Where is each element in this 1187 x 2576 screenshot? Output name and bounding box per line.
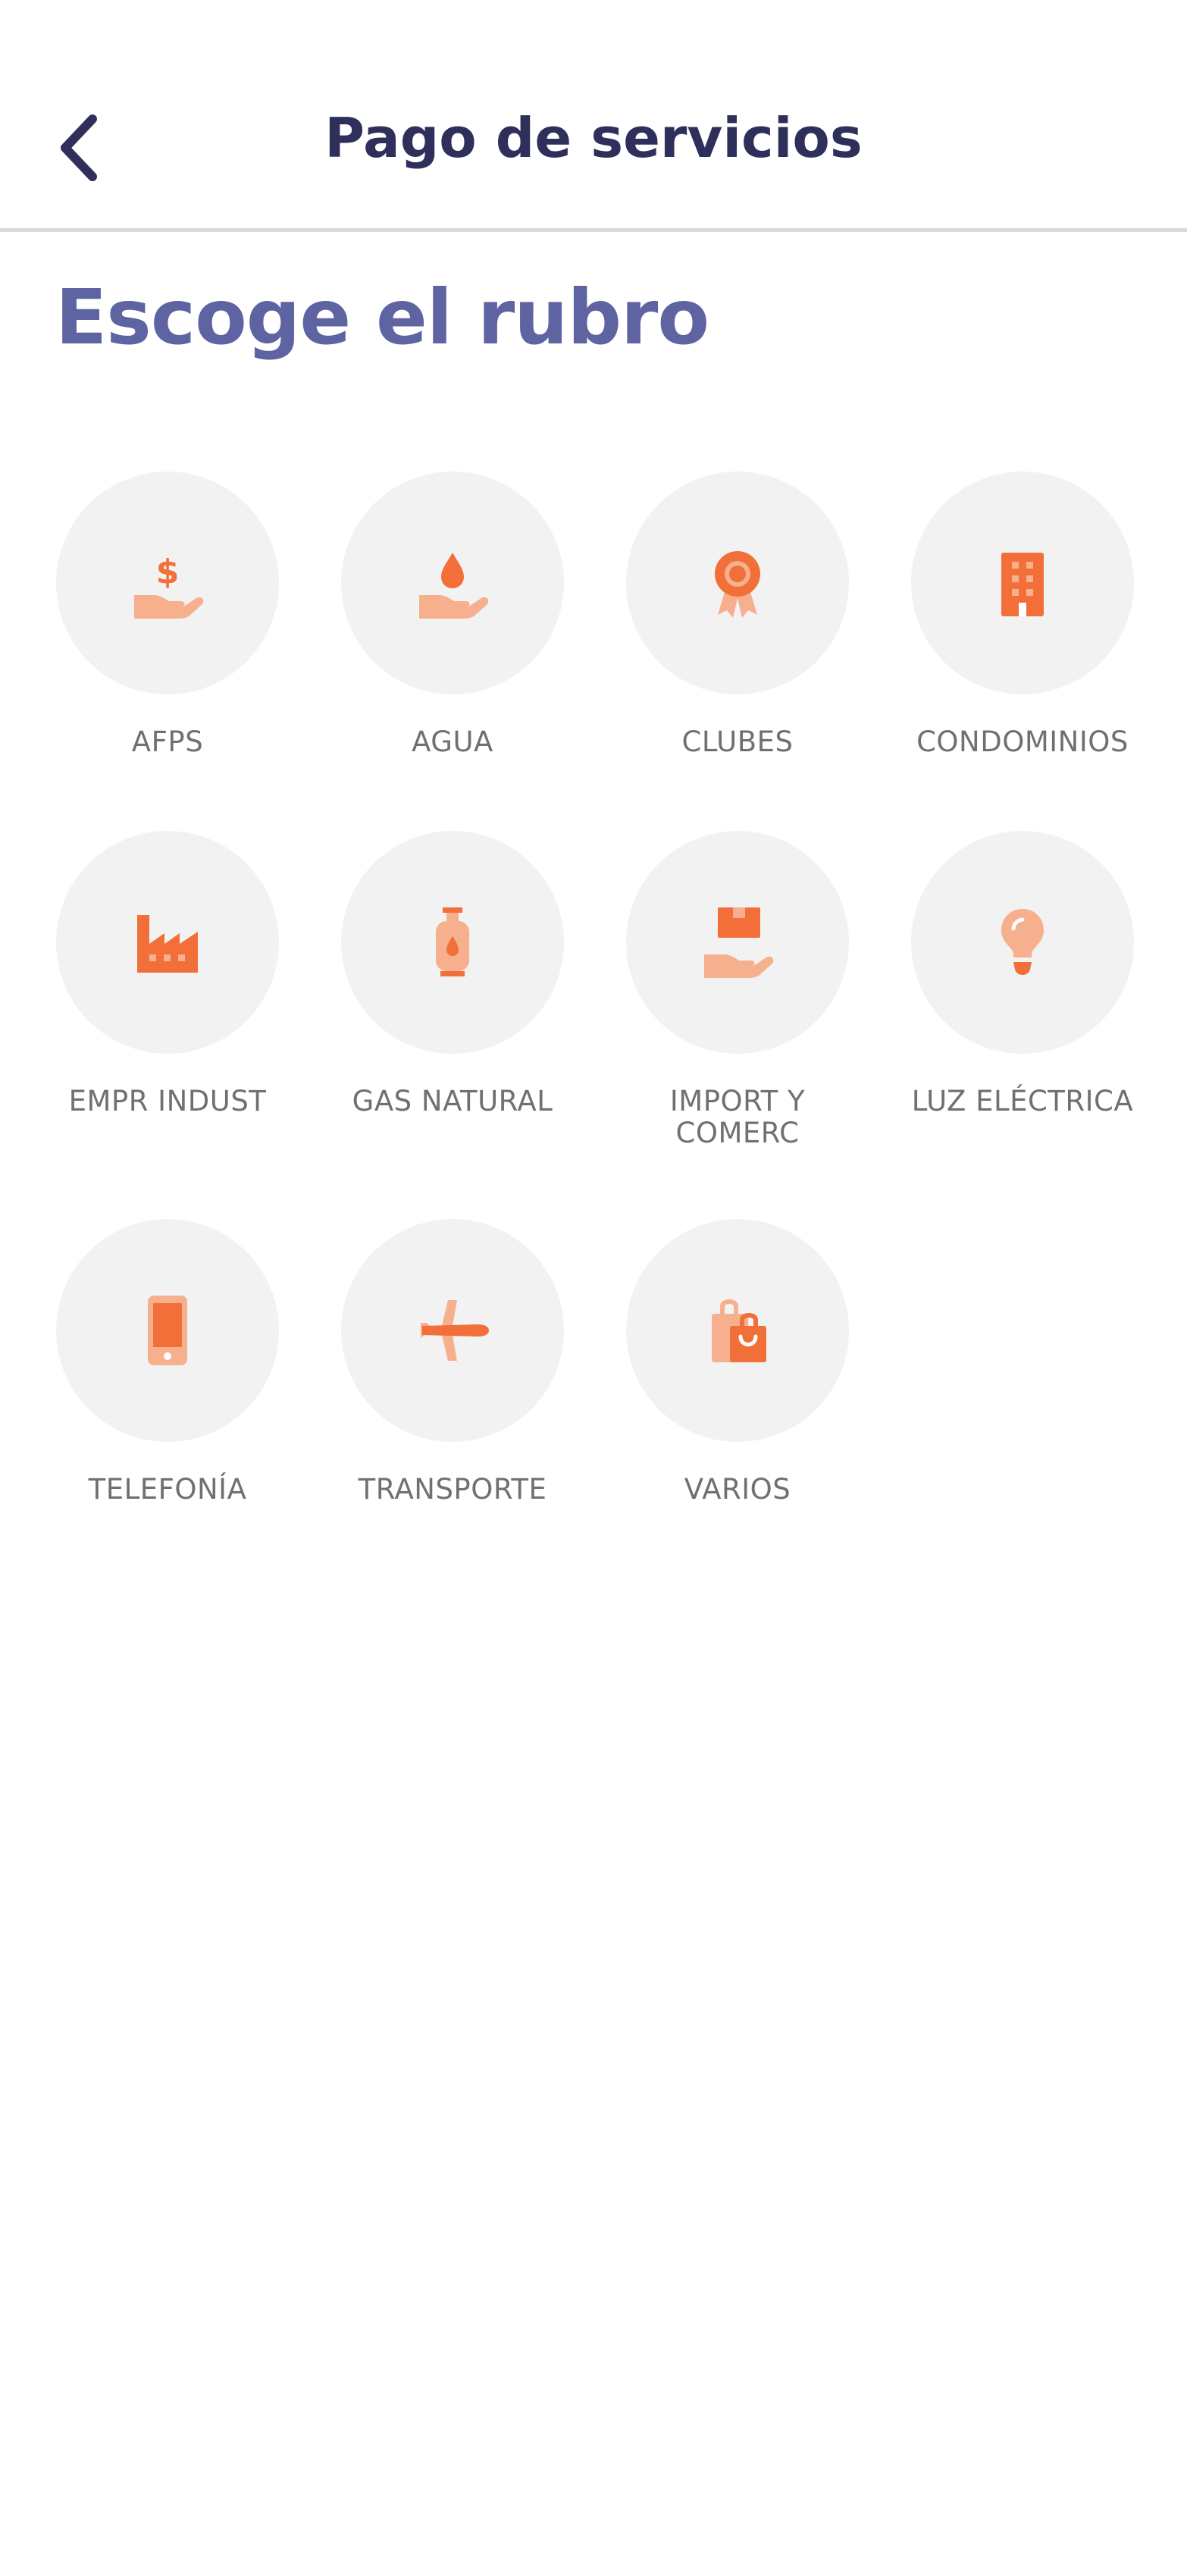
category-label: GAS NATURAL [352,1085,553,1117]
category-circle [341,472,564,694]
category-tile-empr-indust[interactable]: EMPR INDUST [23,831,312,1117]
category-label: EMPR INDUST [68,1085,267,1117]
badge-ribbon-icon [715,551,760,618]
category-tile-afps[interactable]: $ AFPS [23,472,312,758]
page-title: Pago de servicios [324,106,863,170]
category-tile-clubes[interactable]: CLUBES [594,472,882,758]
airplane-icon [421,1300,489,1361]
category-label: VARIOS [684,1473,791,1506]
category-label: AGUA [412,725,493,758]
light-bulb-icon [1001,909,1044,975]
section-title: Escoge el rubro [55,273,709,362]
category-tile-gas-natural[interactable]: GAS NATURAL [308,831,597,1117]
category-label: CLUBES [681,725,794,758]
gas-cylinder-icon [436,907,469,976]
category-circle: $ [56,472,279,694]
hand-water-drop-icon [419,553,489,619]
category-label: AFPS [131,725,204,758]
category-circle [626,831,849,1054]
category-circle [626,1219,849,1442]
category-tile-telefonia[interactable]: TELEFONÍA [23,1219,312,1506]
category-circle [911,831,1134,1054]
hand-package-icon [704,907,774,978]
category-circle [341,831,564,1054]
category-label: CONDOMINIOS [916,725,1129,758]
category-label: TELEFONÍA [88,1473,247,1506]
shopping-bags-icon [712,1299,766,1362]
category-label: TRANSPORTE [358,1473,547,1506]
category-tile-import-y-comerc[interactable]: IMPORT Y COMERC [594,831,882,1149]
category-tile-transporte[interactable]: TRANSPORTE [308,1219,597,1506]
category-circle [626,472,849,694]
app-header: Pago de servicios [0,0,1187,232]
building-icon [1001,553,1044,616]
category-tile-varios[interactable]: VARIOS [594,1219,882,1506]
category-label: LUZ ELÉCTRICA [911,1085,1134,1117]
category-tile-agua[interactable]: AGUA [308,472,597,758]
category-tile-condominios[interactable]: CONDOMINIOS [879,472,1167,758]
category-circle [911,472,1134,694]
category-label: IMPORT Y COMERC [669,1085,806,1149]
hand-money-icon: $ [134,553,204,619]
category-circle [56,831,279,1054]
svg-text:$: $ [156,553,180,591]
factory-icon [137,915,198,973]
category-tile-luz-electrica[interactable]: LUZ ELÉCTRICA [879,831,1167,1117]
category-circle [56,1219,279,1442]
category-circle [341,1219,564,1442]
mobile-phone-icon [148,1296,187,1365]
